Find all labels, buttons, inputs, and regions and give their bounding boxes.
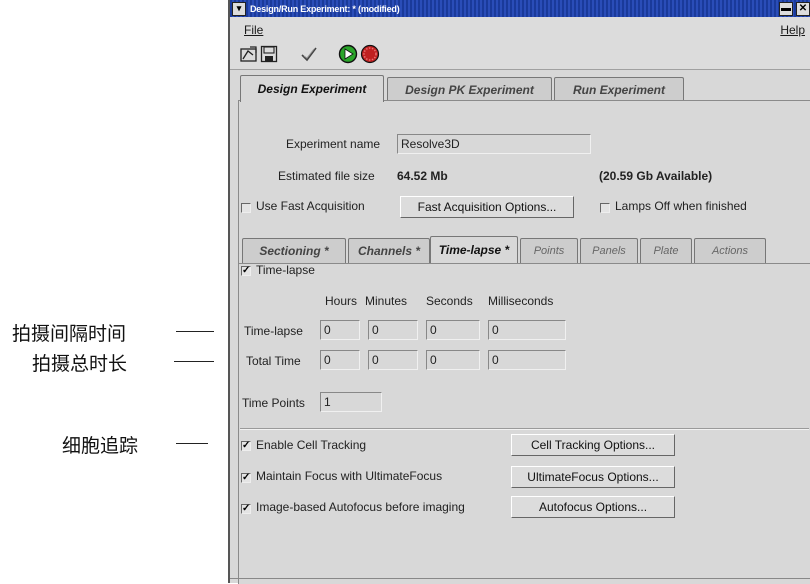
check-icon[interactable] bbox=[300, 45, 318, 63]
menu-bar: File Help bbox=[230, 17, 810, 41]
time-points-input[interactable]: 1 bbox=[320, 392, 382, 412]
options-separator bbox=[240, 428, 809, 430]
lamps-off-label: Lamps Off when finished bbox=[615, 199, 747, 213]
stop-icon[interactable] bbox=[360, 44, 380, 64]
annotation-interval-line bbox=[176, 331, 214, 332]
cell-tracking-checkbox[interactable]: ✓ bbox=[241, 441, 251, 451]
annotation-tracking: 细胞追踪 bbox=[62, 435, 139, 457]
save-icon[interactable] bbox=[260, 45, 278, 63]
open-file-icon[interactable] bbox=[240, 45, 258, 63]
total-hours-input[interactable]: 0 bbox=[320, 350, 360, 370]
annotation-tracking-line bbox=[176, 443, 208, 444]
autofocus-options-button[interactable]: Autofocus Options... bbox=[511, 496, 675, 518]
bottom-edge bbox=[230, 578, 810, 579]
column-milliseconds: Milliseconds bbox=[488, 294, 554, 308]
annotation-total: 拍摄总时长 bbox=[32, 353, 128, 375]
column-hours: Hours bbox=[325, 294, 358, 308]
time-lapse-row-label: Time-lapse bbox=[244, 324, 303, 338]
time-points-label: Time Points bbox=[242, 396, 305, 410]
menu-help[interactable]: Help bbox=[780, 23, 805, 37]
toolbar bbox=[230, 41, 810, 70]
tab-actions[interactable]: Actions bbox=[694, 238, 766, 263]
time-lapse-enable-label: Time-lapse bbox=[256, 263, 315, 277]
lamps-off-checkbox[interactable] bbox=[600, 203, 610, 213]
autofocus-label: Image-based Autofocus before imaging bbox=[256, 500, 465, 514]
total-milliseconds-input[interactable]: 0 bbox=[488, 350, 566, 370]
ultimatefocus-checkbox[interactable]: ✓ bbox=[241, 473, 251, 483]
tab-panels[interactable]: Panels bbox=[580, 238, 638, 263]
total-seconds-input[interactable]: 0 bbox=[426, 350, 480, 370]
fast-acquisition-label: Use Fast Acquisition bbox=[256, 199, 365, 213]
interval-seconds-input[interactable]: 0 bbox=[426, 320, 480, 340]
tab-design-pk-experiment[interactable]: Design PK Experiment bbox=[387, 77, 552, 102]
time-lapse-checkbox[interactable]: ✓ bbox=[241, 266, 251, 276]
run-icon[interactable] bbox=[338, 44, 358, 64]
minimize-icon[interactable]: ▬ bbox=[779, 1, 793, 16]
experiment-name-label: Experiment name bbox=[286, 137, 381, 151]
cell-tracking-options-button[interactable]: Cell Tracking Options... bbox=[511, 434, 675, 456]
tab-design-experiment[interactable]: Design Experiment bbox=[240, 75, 384, 102]
experiment-name-input[interactable]: Resolve3D bbox=[397, 134, 591, 154]
ultimatefocus-options-button[interactable]: UltimateFocus Options... bbox=[511, 466, 675, 488]
interval-milliseconds-input[interactable]: 0 bbox=[488, 320, 566, 340]
tab-points[interactable]: Points bbox=[520, 238, 578, 263]
menu-file[interactable]: File bbox=[244, 23, 263, 37]
file-size-label: Estimated file size bbox=[278, 169, 375, 183]
fast-acquisition-checkbox[interactable] bbox=[241, 203, 251, 213]
total-minutes-input[interactable]: 0 bbox=[368, 350, 418, 370]
autofocus-checkbox[interactable]: ✓ bbox=[241, 504, 251, 514]
interval-minutes-input[interactable]: 0 bbox=[368, 320, 418, 340]
time-lapse-panel bbox=[238, 263, 810, 584]
interval-hours-input[interactable]: 0 bbox=[320, 320, 360, 340]
ultimatefocus-label: Maintain Focus with UltimateFocus bbox=[256, 469, 443, 483]
tab-time-lapse[interactable]: Time-lapse * bbox=[430, 236, 518, 263]
cell-tracking-label: Enable Cell Tracking bbox=[256, 438, 367, 452]
tab-channels[interactable]: Channels * bbox=[348, 238, 430, 263]
window-title: Design/Run Experiment: * (modified) bbox=[250, 3, 400, 14]
tab-run-experiment[interactable]: Run Experiment bbox=[554, 77, 684, 102]
close-icon[interactable]: ✕ bbox=[796, 1, 810, 16]
file-size-value: 64.52 Mb bbox=[397, 169, 448, 183]
tab-plate[interactable]: Plate bbox=[640, 238, 692, 263]
annotation-total-line bbox=[174, 361, 214, 362]
window-menu-icon[interactable]: ▾ bbox=[232, 1, 246, 16]
annotation-interval: 拍摄间隔时间 bbox=[12, 323, 127, 345]
available-space: (20.59 Gb Available) bbox=[599, 169, 713, 183]
title-bar: ▾ Design/Run Experiment: * (modified) ▬ … bbox=[230, 0, 810, 17]
experiment-window: ▾ Design/Run Experiment: * (modified) ▬ … bbox=[228, 0, 810, 584]
fast-acquisition-options-button[interactable]: Fast Acquisition Options... bbox=[400, 196, 574, 218]
column-seconds: Seconds bbox=[426, 294, 473, 308]
column-minutes: Minutes bbox=[365, 294, 408, 308]
tab-sectioning[interactable]: Sectioning * bbox=[242, 238, 346, 263]
total-time-row-label: Total Time bbox=[246, 354, 301, 368]
